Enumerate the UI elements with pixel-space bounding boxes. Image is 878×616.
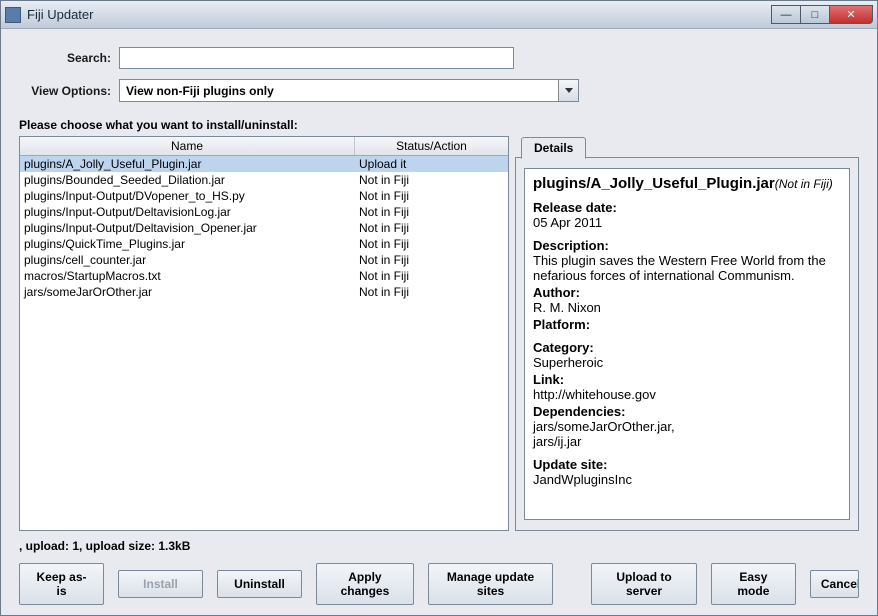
- upload-to-server-button[interactable]: Upload to server: [591, 563, 697, 605]
- dependencies-label: Dependencies:: [533, 404, 841, 419]
- button-bar: Keep as-is Install Uninstall Apply chang…: [19, 563, 859, 605]
- cell-name: plugins/A_Jolly_Useful_Plugin.jar: [20, 156, 355, 172]
- cell-name: plugins/cell_counter.jar: [20, 252, 355, 268]
- release-date-label: Release date:: [533, 200, 841, 215]
- cell-status: Not in Fiji: [355, 268, 508, 284]
- install-prompt: Please choose what you want to install/u…: [19, 118, 859, 132]
- cell-name: plugins/Bounded_Seeded_Dilation.jar: [20, 172, 355, 188]
- cell-name: plugins/Input-Output/DVopener_to_HS.py: [20, 188, 355, 204]
- search-row: Search:: [19, 47, 859, 69]
- chevron-down-icon: [565, 88, 573, 93]
- details-panel: Details plugins/A_Jolly_Useful_Plugin.ja…: [515, 138, 859, 531]
- link-value: http://whitehouse.gov: [533, 387, 841, 402]
- table-row[interactable]: plugins/cell_counter.jarNot in Fiji: [20, 252, 508, 268]
- search-label: Search:: [19, 51, 119, 65]
- cell-status: Not in Fiji: [355, 172, 508, 188]
- table-row[interactable]: macros/StartupMacros.txtNot in Fiji: [20, 268, 508, 284]
- view-options-selected: View non-Fiji plugins only: [120, 84, 558, 98]
- table-row[interactable]: plugins/Bounded_Seeded_Dilation.jarNot i…: [20, 172, 508, 188]
- author-label: Author:: [533, 285, 841, 300]
- minimize-icon: —: [781, 9, 792, 21]
- view-options-dropdown[interactable]: View non-Fiji plugins only: [119, 79, 579, 102]
- cell-status: Not in Fiji: [355, 284, 508, 300]
- minimize-button[interactable]: —: [771, 5, 801, 24]
- category-value: Superheroic: [533, 355, 841, 370]
- maximize-button[interactable]: □: [800, 5, 830, 24]
- cell-status: Not in Fiji: [355, 236, 508, 252]
- table-row[interactable]: plugins/Input-Output/DVopener_to_HS.pyNo…: [20, 188, 508, 204]
- uninstall-button[interactable]: Uninstall: [217, 570, 302, 598]
- view-options-label: View Options:: [19, 84, 119, 98]
- cell-status: Not in Fiji: [355, 220, 508, 236]
- cell-name: macros/StartupMacros.txt: [20, 268, 355, 284]
- table-row[interactable]: plugins/Input-Output/Deltavision_Opener.…: [20, 220, 508, 236]
- cancel-button[interactable]: Cancel: [810, 570, 859, 598]
- cell-status: Upload it: [355, 156, 508, 172]
- close-icon: ✕: [846, 8, 855, 21]
- search-input[interactable]: [119, 47, 514, 69]
- manage-update-sites-button[interactable]: Manage update sites: [428, 563, 553, 605]
- category-label: Category:: [533, 340, 841, 355]
- plugin-table: Name Status/Action plugins/A_Jolly_Usefu…: [19, 136, 509, 531]
- platform-label: Platform:: [533, 317, 841, 332]
- keep-as-is-button[interactable]: Keep as-is: [19, 563, 104, 605]
- cell-status: Not in Fiji: [355, 188, 508, 204]
- update-site-label: Update site:: [533, 457, 841, 472]
- link-label: Link:: [533, 372, 841, 387]
- description-label: Description:: [533, 238, 841, 253]
- table-body[interactable]: plugins/A_Jolly_Useful_Plugin.jarUpload …: [20, 156, 508, 530]
- apply-changes-button[interactable]: Apply changes: [316, 563, 414, 605]
- easy-mode-button[interactable]: Easy mode: [711, 563, 796, 605]
- author-value: R. M. Nixon: [533, 300, 841, 315]
- window-title: Fiji Updater: [27, 7, 772, 22]
- main-area: Name Status/Action plugins/A_Jolly_Usefu…: [19, 136, 859, 531]
- dependencies-value: jars/someJarOrOther.jar, jars/ij.jar: [533, 419, 841, 449]
- cell-name: plugins/QuickTime_Plugins.jar: [20, 236, 355, 252]
- cell-name: jars/someJarOrOther.jar: [20, 284, 355, 300]
- content-area: Search: View Options: View non-Fiji plug…: [1, 29, 877, 615]
- col-status[interactable]: Status/Action: [355, 137, 508, 155]
- cell-name: plugins/Input-Output/DeltavisionLog.jar: [20, 204, 355, 220]
- app-icon: [5, 7, 21, 23]
- details-content: plugins/A_Jolly_Useful_Plugin.jar(Not in…: [524, 168, 850, 520]
- cell-name: plugins/Input-Output/Deltavision_Opener.…: [20, 220, 355, 236]
- description-value: This plugin saves the Western Free World…: [533, 253, 841, 283]
- app-window: Fiji Updater — □ ✕ Search: View Options:…: [0, 0, 878, 616]
- dropdown-button[interactable]: [558, 80, 578, 101]
- tab-details[interactable]: Details: [521, 137, 586, 159]
- maximize-icon: □: [812, 9, 819, 21]
- install-button: Install: [118, 570, 203, 598]
- table-row[interactable]: plugins/A_Jolly_Useful_Plugin.jarUpload …: [20, 156, 508, 172]
- detail-title: plugins/A_Jolly_Useful_Plugin.jar: [533, 175, 775, 192]
- table-header: Name Status/Action: [20, 137, 508, 156]
- cell-status: Not in Fiji: [355, 204, 508, 220]
- close-button[interactable]: ✕: [829, 5, 873, 24]
- cell-status: Not in Fiji: [355, 252, 508, 268]
- footer-info: , upload: 1, upload size: 1.3kB: [19, 539, 859, 553]
- table-row[interactable]: jars/someJarOrOther.jarNot in Fiji: [20, 284, 508, 300]
- details-frame: plugins/A_Jolly_Useful_Plugin.jar(Not in…: [515, 157, 859, 531]
- titlebar[interactable]: Fiji Updater — □ ✕: [1, 1, 877, 29]
- col-name[interactable]: Name: [20, 137, 355, 155]
- update-site-value: JandWpluginsInc: [533, 472, 841, 487]
- table-row[interactable]: plugins/Input-Output/DeltavisionLog.jarN…: [20, 204, 508, 220]
- window-controls: — □ ✕: [772, 5, 873, 24]
- detail-title-status: (Not in Fiji): [775, 177, 833, 191]
- release-date-value: 05 Apr 2011: [533, 215, 841, 230]
- view-options-row: View Options: View non-Fiji plugins only: [19, 79, 859, 102]
- table-row[interactable]: plugins/QuickTime_Plugins.jarNot in Fiji: [20, 236, 508, 252]
